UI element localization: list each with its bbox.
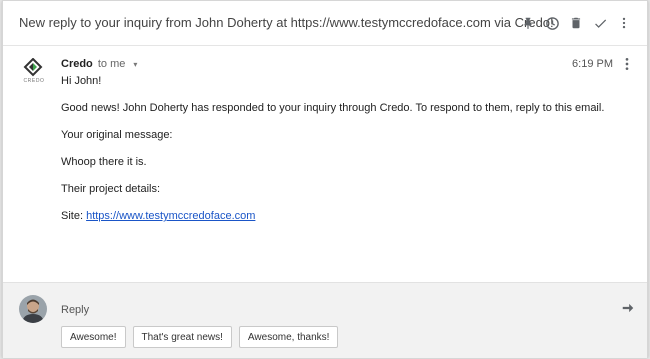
reply-area: Reply Awesome! That's great news! Awesom…: [3, 282, 647, 358]
subject-bar: New reply to your inquiry from John Dohe…: [3, 1, 647, 46]
sender-name[interactable]: Credo: [61, 58, 93, 70]
smart-replies: Awesome! That's great news! Awesome, tha…: [61, 326, 345, 348]
forward-icon[interactable]: [621, 301, 635, 315]
email-toolbar: [515, 12, 635, 34]
message-more-icon[interactable]: [619, 56, 635, 72]
smart-reply-button[interactable]: Awesome, thanks!: [238, 326, 339, 348]
sender-line: Credo to me ▾: [61, 58, 137, 70]
email-subject: New reply to your inquiry from John Dohe…: [19, 15, 554, 30]
project-details-label: Their project details:: [61, 183, 161, 195]
email-message: CREDO Credo to me ▾ 6:19 PM Hi John! Goo…: [3, 47, 647, 281]
check-icon[interactable]: [589, 12, 611, 34]
greeting: Hi John!: [61, 75, 102, 87]
recipient-label: to me: [97, 58, 126, 70]
site-line: Site: https://www.testymccredoface.com: [61, 210, 255, 222]
smart-reply-button[interactable]: That's great news!: [132, 326, 232, 348]
reply-input[interactable]: Reply: [61, 304, 89, 316]
pin-icon[interactable]: [517, 12, 539, 34]
details-caret-icon[interactable]: ▾: [133, 60, 137, 69]
site-link[interactable]: https://www.testymccredoface.com: [86, 210, 255, 222]
avatar: [19, 295, 47, 323]
body-paragraph: Good news! John Doherty has responded to…: [61, 102, 605, 114]
clock-icon[interactable]: [541, 12, 563, 34]
smart-reply-button[interactable]: Awesome!: [61, 326, 126, 348]
message-time: 6:19 PM: [572, 58, 613, 70]
email-card: New reply to your inquiry from John Dohe…: [2, 0, 648, 358]
site-label: Site:: [61, 210, 84, 222]
more-vert-icon[interactable]: [613, 12, 635, 34]
credo-logo-text: CREDO: [23, 78, 45, 84]
original-message-label: Your original message:: [61, 129, 173, 141]
original-message-text: Whoop there it is.: [61, 156, 147, 168]
trash-icon[interactable]: [565, 12, 587, 34]
